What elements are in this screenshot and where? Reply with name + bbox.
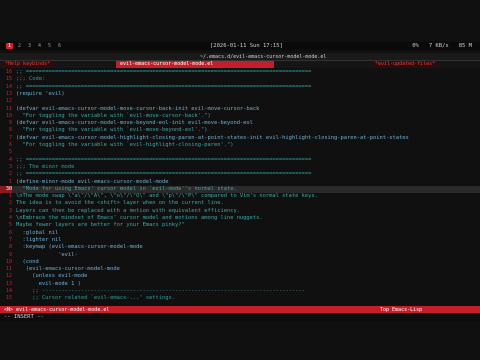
mode-line: <N> evil-emacs-cursor-model-mode.el Top … xyxy=(0,306,480,313)
workspace-5[interactable]: 5 xyxy=(46,43,53,49)
network-indicator: 7 KB/s xyxy=(428,43,449,49)
workspace-3[interactable]: 3 xyxy=(26,43,33,49)
editor-buffer[interactable]: 16;; ===================================… xyxy=(0,69,480,305)
screen: 1 2 3 4 5 6 [2026-01-11 Sun 17:15] 0% 7 … xyxy=(0,0,480,360)
tab-line: *Help keybinds* evil-emacs-cursor-model-… xyxy=(0,61,480,68)
line-number: 15 xyxy=(5,295,12,302)
workspace-4[interactable]: 4 xyxy=(36,43,43,49)
code-line[interactable]: 15 ;; Cursor related `evil-emacs-...' se… xyxy=(0,295,480,303)
status-indicators: 0% 7 KB/s 85 M xyxy=(412,43,472,49)
tab-help-keybinds[interactable]: *Help keybinds* xyxy=(2,61,54,68)
modeline-left: <N> evil-emacs-cursor-model-mode.el xyxy=(4,306,110,313)
code-text: ;; Cursor related `evil-emacs-...' setti… xyxy=(16,295,176,302)
memory-indicator: 85 M xyxy=(458,43,472,49)
clock: [2026-01-11 Sun 17:15] xyxy=(210,43,283,49)
window-title: ~/.emacs.d/evil-emacs-cursor-model-mode.… xyxy=(200,54,327,60)
workspace-2[interactable]: 2 xyxy=(16,43,23,49)
window-titlebar: ~/.emacs.d/evil-emacs-cursor-model-mode.… xyxy=(0,53,480,61)
cpu-indicator: 0% xyxy=(412,43,419,49)
minibuffer[interactable]: -- INSERT -- xyxy=(0,313,480,321)
tab-current-file[interactable]: evil-emacs-cursor-model-mode.el xyxy=(116,61,274,68)
modeline-right: Top Emacs-Lisp xyxy=(380,306,423,313)
tab-updated-files[interactable]: *evil-updated-files* xyxy=(372,61,439,68)
workspace-switcher: 1 2 3 4 5 6 xyxy=(0,43,166,49)
workspace-1[interactable]: 1 xyxy=(6,43,13,49)
minibuffer-text: -- INSERT -- xyxy=(4,314,44,320)
system-topbar: 1 2 3 4 5 6 [2026-01-11 Sun 17:15] 0% 7 … xyxy=(0,42,480,50)
workspace-6[interactable]: 6 xyxy=(56,43,63,49)
